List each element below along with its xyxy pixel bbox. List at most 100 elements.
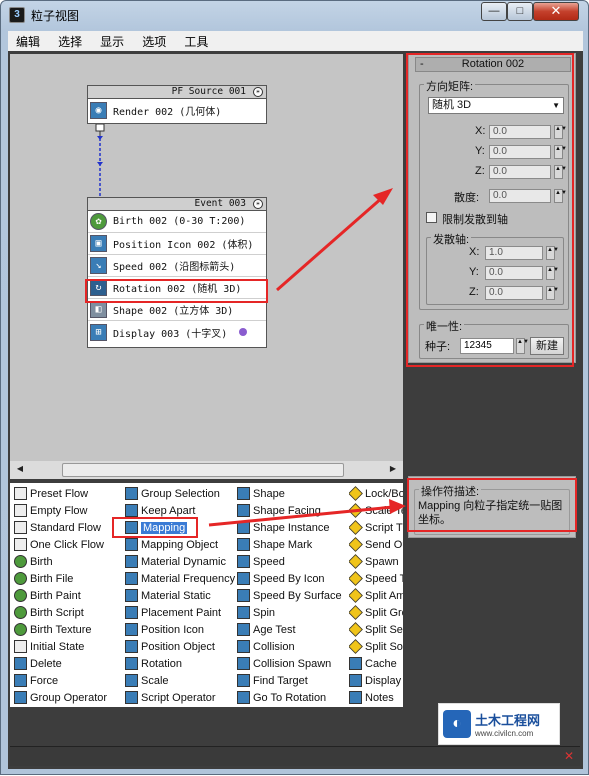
depot-item-label: Material Static — [141, 589, 211, 602]
operator-icon — [349, 674, 362, 687]
operator-icon — [237, 572, 250, 585]
maximize-button[interactable]: □ — [507, 2, 533, 21]
display-color-dot — [239, 328, 248, 336]
operator-icon — [237, 657, 250, 670]
depot-item-split-sel[interactable]: Split Sel — [349, 621, 403, 638]
scroll-right-arrow-icon[interactable]: ▶ — [386, 464, 400, 476]
depot-item-mapping-object[interactable]: Mapping Object — [125, 536, 235, 553]
depot-item-label: Split Gro — [365, 606, 403, 619]
test-diamond-icon — [349, 622, 363, 637]
depot-item-rotation[interactable]: Rotation — [125, 655, 235, 672]
depot-item-shape-instance[interactable]: Shape Instance — [237, 519, 347, 536]
depot-item-find-target[interactable]: Find Target — [237, 672, 347, 689]
depot-item-birth[interactable]: Birth — [14, 553, 122, 570]
depot-item-split-gro[interactable]: Split Gro — [349, 604, 403, 621]
depot-item-notes[interactable]: Notes — [349, 689, 403, 706]
depot-item-collision[interactable]: Collision — [237, 638, 347, 655]
depot-item-shape-facing[interactable]: Shape Facing — [237, 502, 347, 519]
display-operator[interactable]: ⊞ Display 003 (十字叉) — [88, 321, 266, 343]
depot-item-label: Split Sel — [365, 623, 403, 636]
depot-item-group-operator[interactable]: Group Operator — [14, 689, 122, 706]
operator-icon — [237, 674, 250, 687]
pf-source-title: PF Source 001 — [171, 86, 246, 97]
depot-item-split-am[interactable]: Split Am — [349, 587, 403, 604]
birth-operator[interactable]: ✿ Birth 002 (0-30 T:200) — [88, 211, 266, 233]
depot-item-birth-file[interactable]: Birth File — [14, 570, 122, 587]
pick-icon[interactable]: ✕ — [564, 749, 574, 763]
close-button[interactable]: ✕ — [533, 2, 579, 21]
graph-scrollbar-thumb[interactable] — [62, 463, 344, 477]
title-bar[interactable]: 3 粒子视图 — □ ✕ — [1, 1, 588, 29]
operator-icon — [237, 521, 250, 534]
pf-source-node[interactable]: PF Source 001 ☀ ◉ Render 002 (几何体) — [87, 85, 267, 124]
depot-item-shape[interactable]: Shape — [237, 485, 347, 502]
depot-item-script-t[interactable]: Script T — [349, 519, 403, 536]
particle-view-window: 3 粒子视图 — □ ✕ 编辑 选择 显示 选项 工具 PF Source 00… — [0, 0, 589, 775]
depot-item-spin[interactable]: Spin — [237, 604, 347, 621]
depot-column-flows: Preset Flow Empty Flow Standard Flow One Cl… — [14, 485, 122, 706]
depot-item-speed-by-icon[interactable]: Speed By Icon — [237, 570, 347, 587]
depot-item-collision-spawn[interactable]: Collision Spawn — [237, 655, 347, 672]
depot-item-material-dynamic[interactable]: Material Dynamic — [125, 553, 235, 570]
depot-item-group-selection[interactable]: Group Selection — [125, 485, 235, 502]
menu-select[interactable]: 选择 — [50, 31, 89, 50]
depot-item-spawn[interactable]: Spawn — [349, 553, 403, 570]
depot-item-label: Script T — [365, 521, 403, 534]
depot-item-label: Display — [365, 674, 402, 687]
depot-item-one-click-flow[interactable]: One Click Flow — [14, 536, 122, 553]
depot-item-label: Preset Flow — [30, 487, 89, 500]
event-node[interactable]: Event 003 ☀ ✿ Birth 002 (0-30 T:200) ▣ Posi… — [87, 197, 267, 348]
light-bulb-icon[interactable]: ☀ — [253, 87, 263, 97]
depot-item-placement-paint[interactable]: Placement Paint — [125, 604, 235, 621]
depot-item-label: Shape Instance — [253, 521, 330, 534]
depot-item-birth-texture[interactable]: Birth Texture — [14, 621, 122, 638]
render-operator[interactable]: ◉ Render 002 (几何体) — [88, 99, 266, 121]
depot-item-label: Go To Rotation — [253, 691, 327, 704]
flow-icon — [14, 487, 27, 500]
flow-icon — [14, 555, 27, 568]
depot-item-delete[interactable]: Delete — [14, 655, 122, 672]
operator-icon — [125, 555, 138, 568]
depot-item-force[interactable]: Force — [14, 672, 122, 689]
flow-icon — [14, 640, 27, 653]
depot-item-scale-te[interactable]: Scale Te — [349, 502, 403, 519]
depot-item-split-sou[interactable]: Split Sou — [349, 638, 403, 655]
depot-item-lock-bo[interactable]: Lock/Bo — [349, 485, 403, 502]
scroll-left-arrow-icon[interactable]: ◀ — [13, 464, 27, 476]
depot-item-birth-paint[interactable]: Birth Paint — [14, 587, 122, 604]
depot-item-scale[interactable]: Scale — [125, 672, 235, 689]
depot-item-position-object[interactable]: Position Object — [125, 638, 235, 655]
depot-item-material-frequency[interactable]: Material Frequency — [125, 570, 235, 587]
depot-item-birth-script[interactable]: Birth Script — [14, 604, 122, 621]
description-highlight — [407, 478, 577, 532]
menu-tools[interactable]: 工具 — [176, 31, 215, 50]
depot-item-initial-state[interactable]: Initial State — [14, 638, 122, 655]
depot-item-speed-t[interactable]: Speed T — [349, 570, 403, 587]
light-bulb-icon[interactable]: ☀ — [253, 199, 263, 209]
depot-item-label: Birth Paint — [30, 589, 81, 602]
depot-item-shape-mark[interactable]: Shape Mark — [237, 536, 347, 553]
position-icon-operator[interactable]: ▣ Position Icon 002 (体积) — [88, 233, 266, 255]
operator-icon — [125, 504, 138, 517]
depot-item-cache[interactable]: Cache — [349, 655, 403, 672]
depot-item-go-to-rotation[interactable]: Go To Rotation — [237, 689, 347, 706]
test-diamond-icon — [349, 605, 363, 620]
minimize-button[interactable]: — — [481, 2, 507, 21]
depot-item-position-icon[interactable]: Position Icon — [125, 621, 235, 638]
depot-item-send-ou[interactable]: Send Ou — [349, 536, 403, 553]
depot-item-speed-by-surface[interactable]: Speed By Surface — [237, 587, 347, 604]
depot-item-label: Empty Flow — [30, 504, 88, 517]
menu-edit[interactable]: 编辑 — [8, 31, 47, 50]
menu-display[interactable]: 显示 — [92, 31, 131, 50]
depot-item-material-static[interactable]: Material Static — [125, 587, 235, 604]
depot-item-speed[interactable]: Speed — [237, 553, 347, 570]
depot-item-empty-flow[interactable]: Empty Flow — [14, 502, 122, 519]
speed-operator[interactable]: ↘ Speed 002 (沿图标箭头) — [88, 255, 266, 277]
depot-item-preset-flow[interactable]: Preset Flow — [14, 485, 122, 502]
depot-item-standard-flow[interactable]: Standard Flow — [14, 519, 122, 536]
depot-item-display[interactable]: Display — [349, 672, 403, 689]
event-display[interactable]: PF Source 001 ☀ ◉ Render 002 (几何体) Event … — [10, 54, 403, 461]
depot-item-script-operator[interactable]: Script Operator — [125, 689, 235, 706]
menu-options[interactable]: 选项 — [134, 31, 173, 50]
depot-item-age-test[interactable]: Age Test — [237, 621, 347, 638]
